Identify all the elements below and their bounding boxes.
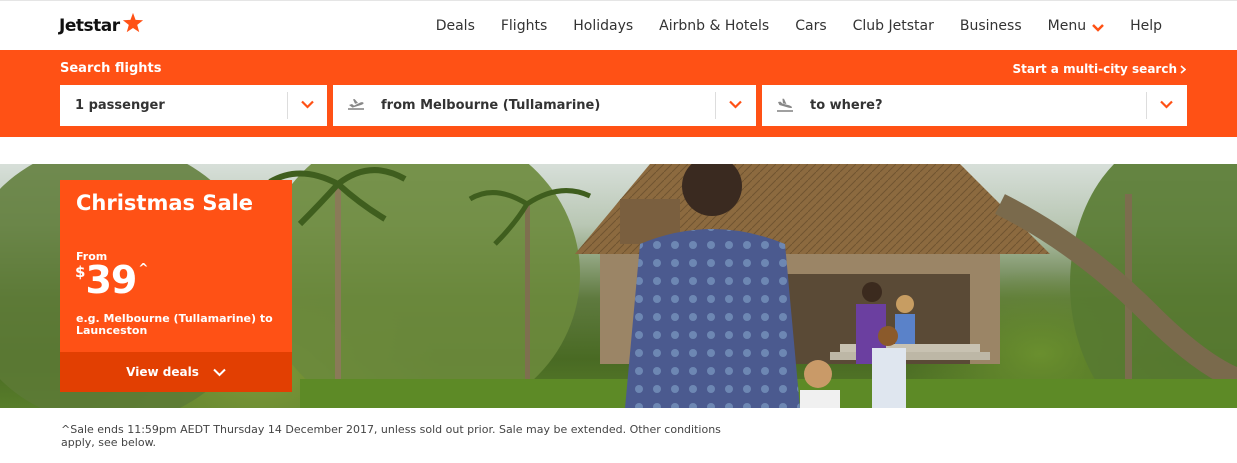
field-divider [715, 92, 716, 119]
nav-item-flights[interactable]: Flights [488, 1, 560, 51]
nav-label: Airbnb & Hotels [659, 18, 770, 34]
jetstar-logo[interactable]: Jetstar [59, 12, 144, 38]
flight-search-bar: Search flights Start a multi-city search… [0, 50, 1237, 137]
nav-item-airbnb-hotels[interactable]: Airbnb & Hotels [646, 1, 782, 51]
star-icon [122, 12, 143, 33]
destination-value: to where? [810, 98, 883, 113]
nav-label: Cars [795, 18, 827, 34]
nav-label: Flights [500, 18, 548, 34]
nav-item-help[interactable]: Help [1117, 1, 1175, 51]
price-amount: 39 [85, 258, 137, 302]
sale-title: Christmas Sale [76, 191, 254, 215]
field-divider [287, 92, 288, 119]
view-deals-button[interactable]: View deals [60, 352, 292, 392]
currency-symbol: $ [75, 263, 86, 281]
origin-value: from Melbourne (Tullamarine) [381, 98, 601, 113]
top-navigation: Jetstar Deals Flights Holidays Airbnb & … [0, 0, 1237, 51]
price-footnote-marker: ^ [138, 261, 149, 275]
chevron-down-icon [301, 100, 314, 109]
chevron-down-icon [729, 100, 742, 109]
chevron-down-icon [1160, 100, 1173, 109]
view-deals-label: View deals [126, 365, 199, 379]
multi-city-link[interactable]: Start a multi-city search [1012, 62, 1186, 76]
takeoff-icon [348, 99, 364, 110]
nav-item-cars[interactable]: Cars [782, 1, 839, 51]
nav-item-deals[interactable]: Deals [423, 1, 488, 51]
chevron-right-icon [1180, 64, 1186, 74]
nav-item-menu[interactable]: Menu [1035, 1, 1117, 51]
route-example: e.g. Melbourne (Tullamarine) to Launcest… [76, 312, 273, 337]
chevron-down-icon [1092, 23, 1104, 32]
origin-select[interactable]: from Melbourne (Tullamarine) [333, 85, 756, 126]
multi-city-label: Start a multi-city search [1012, 62, 1178, 76]
sale-price: $ 39 ^ [75, 260, 148, 300]
field-divider [1146, 92, 1147, 119]
chevron-down-icon [213, 368, 226, 376]
sale-disclaimer: ^Sale ends 11:59pm AEDT Thursday 14 Dece… [61, 423, 721, 449]
landing-icon [777, 98, 793, 112]
passenger-value: 1 passenger [75, 98, 165, 113]
nav-item-club-jetstar[interactable]: Club Jetstar [840, 1, 947, 51]
christmas-sale-card: Christmas Sale From $ 39 ^ e.g. Melbourn… [60, 180, 292, 392]
nav-label: Menu [1047, 18, 1087, 34]
nav-menu: Deals Flights Holidays Airbnb & Hotels C… [423, 1, 1175, 51]
search-title: Search flights [60, 61, 162, 76]
destination-select[interactable]: to where? [762, 85, 1187, 126]
nav-label: Club Jetstar [852, 18, 934, 34]
passenger-select[interactable]: 1 passenger [60, 85, 327, 126]
nav-label: Business [959, 18, 1022, 34]
nav-item-business[interactable]: Business [947, 1, 1035, 51]
nav-label: Deals [435, 18, 475, 34]
nav-label: Help [1130, 18, 1162, 34]
nav-label: Holidays [573, 18, 634, 34]
nav-item-holidays[interactable]: Holidays [560, 1, 646, 51]
logo-text: Jetstar [59, 16, 120, 36]
